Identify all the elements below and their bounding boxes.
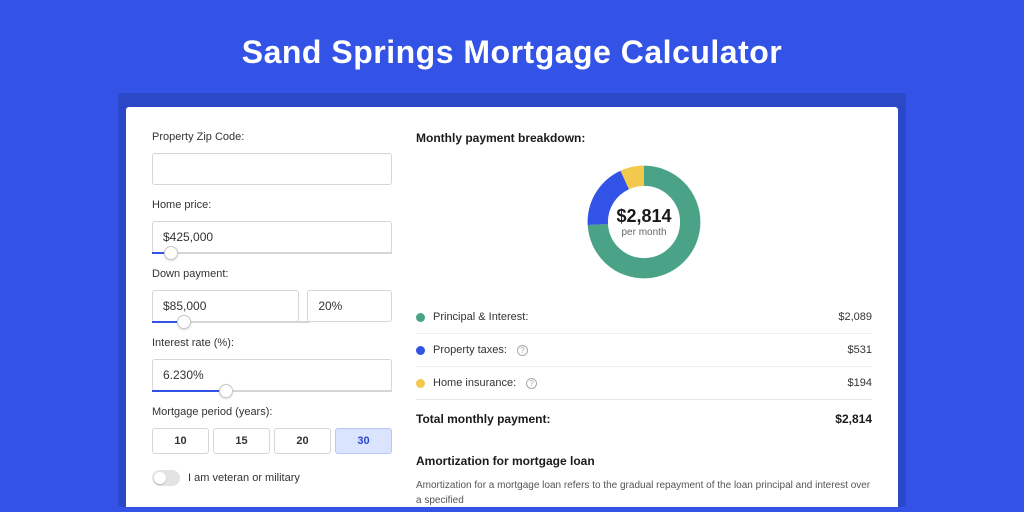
amortization-text: Amortization for a mortgage loan refers …	[416, 478, 872, 508]
legend-dot	[416, 346, 425, 355]
info-icon[interactable]: ?	[517, 345, 528, 356]
down-payment-label: Down payment:	[152, 268, 392, 280]
home-price-input[interactable]	[152, 221, 392, 253]
down-payment-slider[interactable]	[152, 321, 310, 323]
home-price-slider[interactable]	[152, 252, 392, 254]
legend-value: $194	[848, 377, 872, 389]
info-icon[interactable]: ?	[526, 378, 537, 389]
legend: Principal & Interest: $2,089 Property taxe…	[416, 301, 872, 399]
donut-chart: $2,814 per month	[416, 161, 872, 283]
period-btn-30[interactable]: 30	[335, 428, 392, 454]
total-label: Total monthly payment:	[416, 412, 550, 426]
breakdown-column: Monthly payment breakdown: $2,814 per mo…	[416, 131, 872, 507]
slider-thumb[interactable]	[164, 246, 178, 260]
zip-input[interactable]	[152, 153, 392, 185]
down-payment-pct-input[interactable]	[307, 290, 392, 322]
breakdown-heading: Monthly payment breakdown:	[416, 131, 872, 145]
legend-dot	[416, 379, 425, 388]
legend-value: $531	[848, 344, 872, 356]
donut-sub: per month	[621, 227, 666, 238]
slider-thumb[interactable]	[177, 315, 191, 329]
zip-label: Property Zip Code:	[152, 131, 392, 143]
form-column: Property Zip Code: Home price: Down paym…	[152, 131, 392, 507]
slider-thumb[interactable]	[219, 384, 233, 398]
legend-label: Principal & Interest:	[433, 311, 528, 323]
legend-label: Home insurance:	[433, 377, 516, 389]
veteran-row: I am veteran or military	[152, 470, 392, 486]
calculator-card: Property Zip Code: Home price: Down paym…	[126, 107, 898, 507]
amortization-section: Amortization for mortgage loan Amortizat…	[416, 454, 872, 508]
total-row: Total monthly payment: $2,814	[416, 399, 872, 438]
down-payment-input[interactable]	[152, 290, 299, 322]
amortization-heading: Amortization for mortgage loan	[416, 454, 872, 468]
legend-label: Property taxes:	[433, 344, 507, 356]
legend-row-principal: Principal & Interest: $2,089	[416, 301, 872, 334]
toggle-knob	[154, 472, 166, 484]
legend-value: $2,089	[838, 311, 872, 323]
page-title: Sand Springs Mortgage Calculator	[0, 0, 1024, 93]
legend-row-insurance: Home insurance:? $194	[416, 367, 872, 399]
legend-dot	[416, 313, 425, 322]
home-price-label: Home price:	[152, 199, 392, 211]
legend-row-taxes: Property taxes:? $531	[416, 334, 872, 367]
interest-input[interactable]	[152, 359, 392, 391]
period-btn-15[interactable]: 15	[213, 428, 270, 454]
total-value: $2,814	[835, 412, 872, 426]
donut-center: $2,814 per month	[583, 161, 705, 283]
home-price-group: Home price:	[152, 199, 392, 254]
interest-label: Interest rate (%):	[152, 337, 392, 349]
down-payment-group: Down payment:	[152, 268, 392, 323]
period-btn-10[interactable]: 10	[152, 428, 209, 454]
zip-field-group: Property Zip Code:	[152, 131, 392, 185]
period-group: Mortgage period (years): 10152030	[152, 406, 392, 454]
interest-slider[interactable]	[152, 390, 392, 392]
donut-amount: $2,814	[616, 206, 671, 227]
veteran-label: I am veteran or military	[188, 472, 300, 484]
period-label: Mortgage period (years):	[152, 406, 392, 418]
card-shadow: Property Zip Code: Home price: Down paym…	[118, 93, 906, 507]
veteran-toggle[interactable]	[152, 470, 180, 486]
period-btn-20[interactable]: 20	[274, 428, 331, 454]
interest-group: Interest rate (%):	[152, 337, 392, 392]
